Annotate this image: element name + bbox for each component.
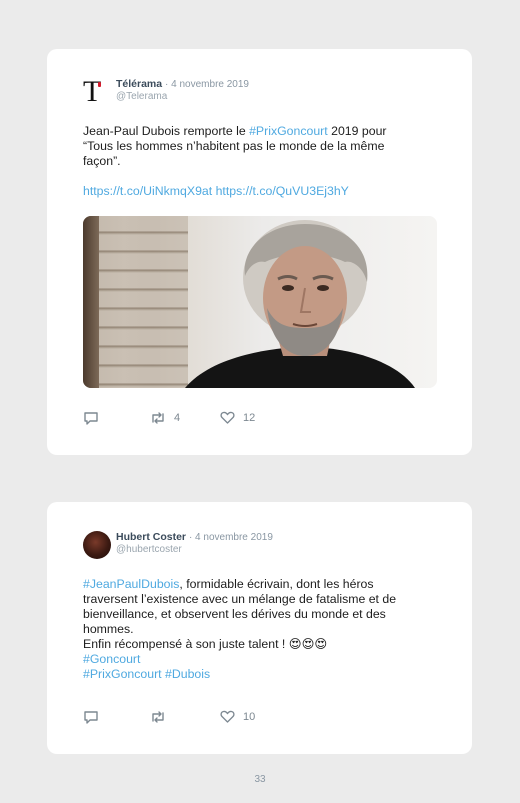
url-link[interactable]: https://t.co/QuVU3Ej3hY xyxy=(216,184,349,198)
retweet-icon xyxy=(152,412,164,424)
author-name[interactable]: Hubert Coster xyxy=(116,531,186,543)
telerama-logo-icon[interactable]: T xyxy=(83,77,111,107)
tweet-text: #JeanPaulDubois, formidable écrivain, do… xyxy=(83,577,397,681)
tweet-card: T Télérama · 4 novembre 2019 @Telerama J… xyxy=(47,49,472,455)
retweet-count: 4 xyxy=(174,412,181,424)
author-handle[interactable]: @hubertcoster xyxy=(116,544,273,555)
like-count: 12 xyxy=(243,411,256,424)
hashtag-link[interactable]: #Dubois xyxy=(165,667,210,681)
reply-button[interactable] xyxy=(83,710,99,724)
reply-icon xyxy=(84,412,98,425)
reply-icon xyxy=(84,711,98,724)
tweet-header: Hubert Coster · 4 novembre 2019 @hubertc… xyxy=(83,529,452,563)
page-number: 33 xyxy=(254,774,266,785)
author-handle[interactable]: @Telerama xyxy=(116,91,249,102)
heart-icon xyxy=(220,411,235,424)
like-button[interactable]: 10 xyxy=(220,710,255,723)
tweet-date: · 4 novembre 2019 xyxy=(188,532,273,543)
retweet-icon xyxy=(152,711,164,723)
hashtag-link[interactable]: #PrixGoncourt xyxy=(249,124,328,138)
hashtag-link[interactable]: #PrixGoncourt xyxy=(83,667,162,681)
tweet-header: T Télérama · 4 novembre 2019 @Telerama xyxy=(83,76,452,110)
portrait-photo xyxy=(185,220,415,388)
like-button[interactable]: 12 xyxy=(220,411,255,424)
heart-icon xyxy=(220,710,235,723)
hashtag-link[interactable]: #Goncourt xyxy=(83,652,140,666)
author-name[interactable]: Télérama xyxy=(116,78,162,90)
tweet-photo[interactable] xyxy=(83,216,437,388)
retweet-button[interactable] xyxy=(150,710,166,724)
user-avatar[interactable] xyxy=(83,531,111,559)
heart-eyes-emoji: 😍😍😍 xyxy=(288,637,328,651)
tweet-date: · 4 novembre 2019 xyxy=(165,79,249,90)
reply-button[interactable] xyxy=(83,411,99,425)
like-count: 10 xyxy=(243,710,256,723)
tweet-text: Jean-Paul Dubois remporte le #PrixGoncou… xyxy=(83,124,387,198)
tweet-card: Hubert Coster · 4 novembre 2019 @hubertc… xyxy=(47,502,472,754)
hashtag-link[interactable]: #JeanPaulDubois xyxy=(83,577,179,591)
retweet-button[interactable]: 4 xyxy=(150,411,180,425)
tweet-actions: 10 xyxy=(83,710,452,726)
tweet-actions: 4 12 xyxy=(83,411,452,427)
url-link[interactable]: https://t.co/UiNkmqX9at xyxy=(83,184,212,198)
